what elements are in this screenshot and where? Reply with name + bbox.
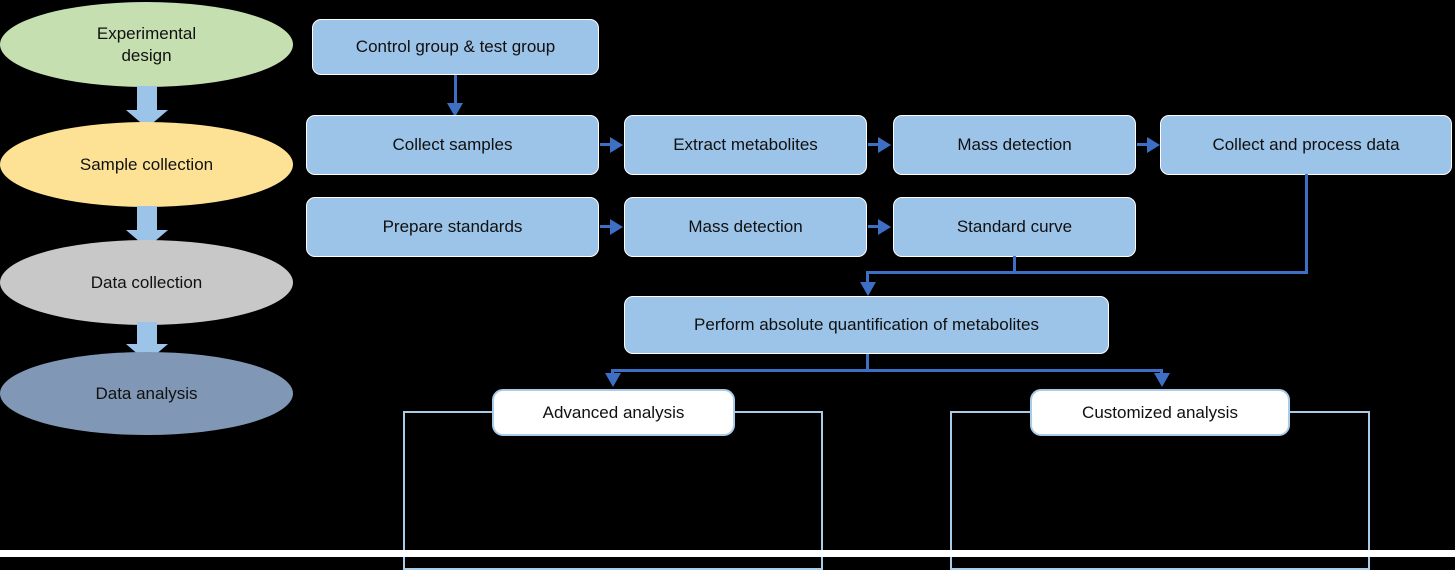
arrowhead-to-advanced-analysis [605, 373, 621, 387]
arrowhead-prepare-to-mass [610, 219, 623, 235]
process-box-label: Mass detection [957, 135, 1072, 154]
process-box-label: Mass detection [688, 217, 803, 236]
arrowhead-mass-to-collect-data [1147, 137, 1160, 153]
process-box-collect-samples[interactable]: Collect samples [306, 115, 599, 175]
process-box-standard-curve[interactable]: Standard curve [893, 197, 1136, 257]
arrowhead-collect-to-extract [610, 137, 623, 153]
stage-ellipse-experimental-design[interactable]: Experimental design [0, 2, 293, 87]
connector-control-to-collect [454, 75, 457, 106]
stage-label-line1: Experimental [96, 24, 197, 44]
process-box-label: Control group & test group [355, 37, 556, 56]
process-box-control-group[interactable]: Control group & test group [312, 19, 599, 75]
stage-label-line1: Sample collection [79, 154, 214, 174]
block-arrow-shaft [137, 206, 157, 232]
connector-collect-data-drop [1305, 174, 1308, 273]
arrowhead-to-customized-analysis [1154, 373, 1170, 387]
arrowhead-mass-to-standard-curve [878, 219, 891, 235]
process-box-label: Extract metabolites [673, 135, 818, 154]
arrowhead-merge-to-quantification [860, 282, 876, 296]
stage-ellipse-data-collection[interactable]: Data collection [0, 240, 293, 325]
flowchart-canvas: Experimental design Sample collection Da… [0, 0, 1455, 570]
separator-band [0, 550, 1455, 557]
process-box-quantification[interactable]: Perform absolute quantification of metab… [624, 296, 1109, 354]
arrowhead-extract-to-mass [878, 137, 891, 153]
block-arrow-shaft [137, 86, 157, 112]
analysis-box-customized[interactable]: Customized analysis [1030, 389, 1290, 436]
process-box-mass-detection-sample[interactable]: Mass detection [893, 115, 1136, 175]
process-box-label: Standard curve [956, 217, 1073, 236]
process-box-prepare-standards[interactable]: Prepare standards [306, 197, 599, 257]
process-box-label: Perform absolute quantification of metab… [694, 315, 1039, 334]
stage-label-line2: design [121, 45, 172, 65]
process-box-label: Collect and process data [1212, 135, 1400, 154]
stage-label-line1: Data collection [90, 272, 203, 292]
process-box-label: Prepare standards [382, 217, 523, 236]
process-box-collect-process-data[interactable]: Collect and process data [1160, 115, 1452, 175]
connector-merge-bar [866, 271, 1308, 274]
connector-analysis-split-bar [611, 369, 1163, 372]
stage-ellipse-sample-collection[interactable]: Sample collection [0, 122, 293, 207]
process-box-extract-metabolites[interactable]: Extract metabolites [624, 115, 867, 175]
process-box-label: Collect samples [392, 135, 513, 154]
stage-label-line1: Data analysis [95, 383, 198, 403]
analysis-box-advanced[interactable]: Advanced analysis [492, 389, 735, 436]
process-box-mass-detection-standard[interactable]: Mass detection [624, 197, 867, 257]
block-arrow-shaft [137, 322, 157, 346]
stage-ellipse-data-analysis[interactable]: Data analysis [0, 352, 293, 435]
analysis-box-label: Advanced analysis [542, 402, 685, 422]
analysis-box-label: Customized analysis [1082, 402, 1238, 422]
